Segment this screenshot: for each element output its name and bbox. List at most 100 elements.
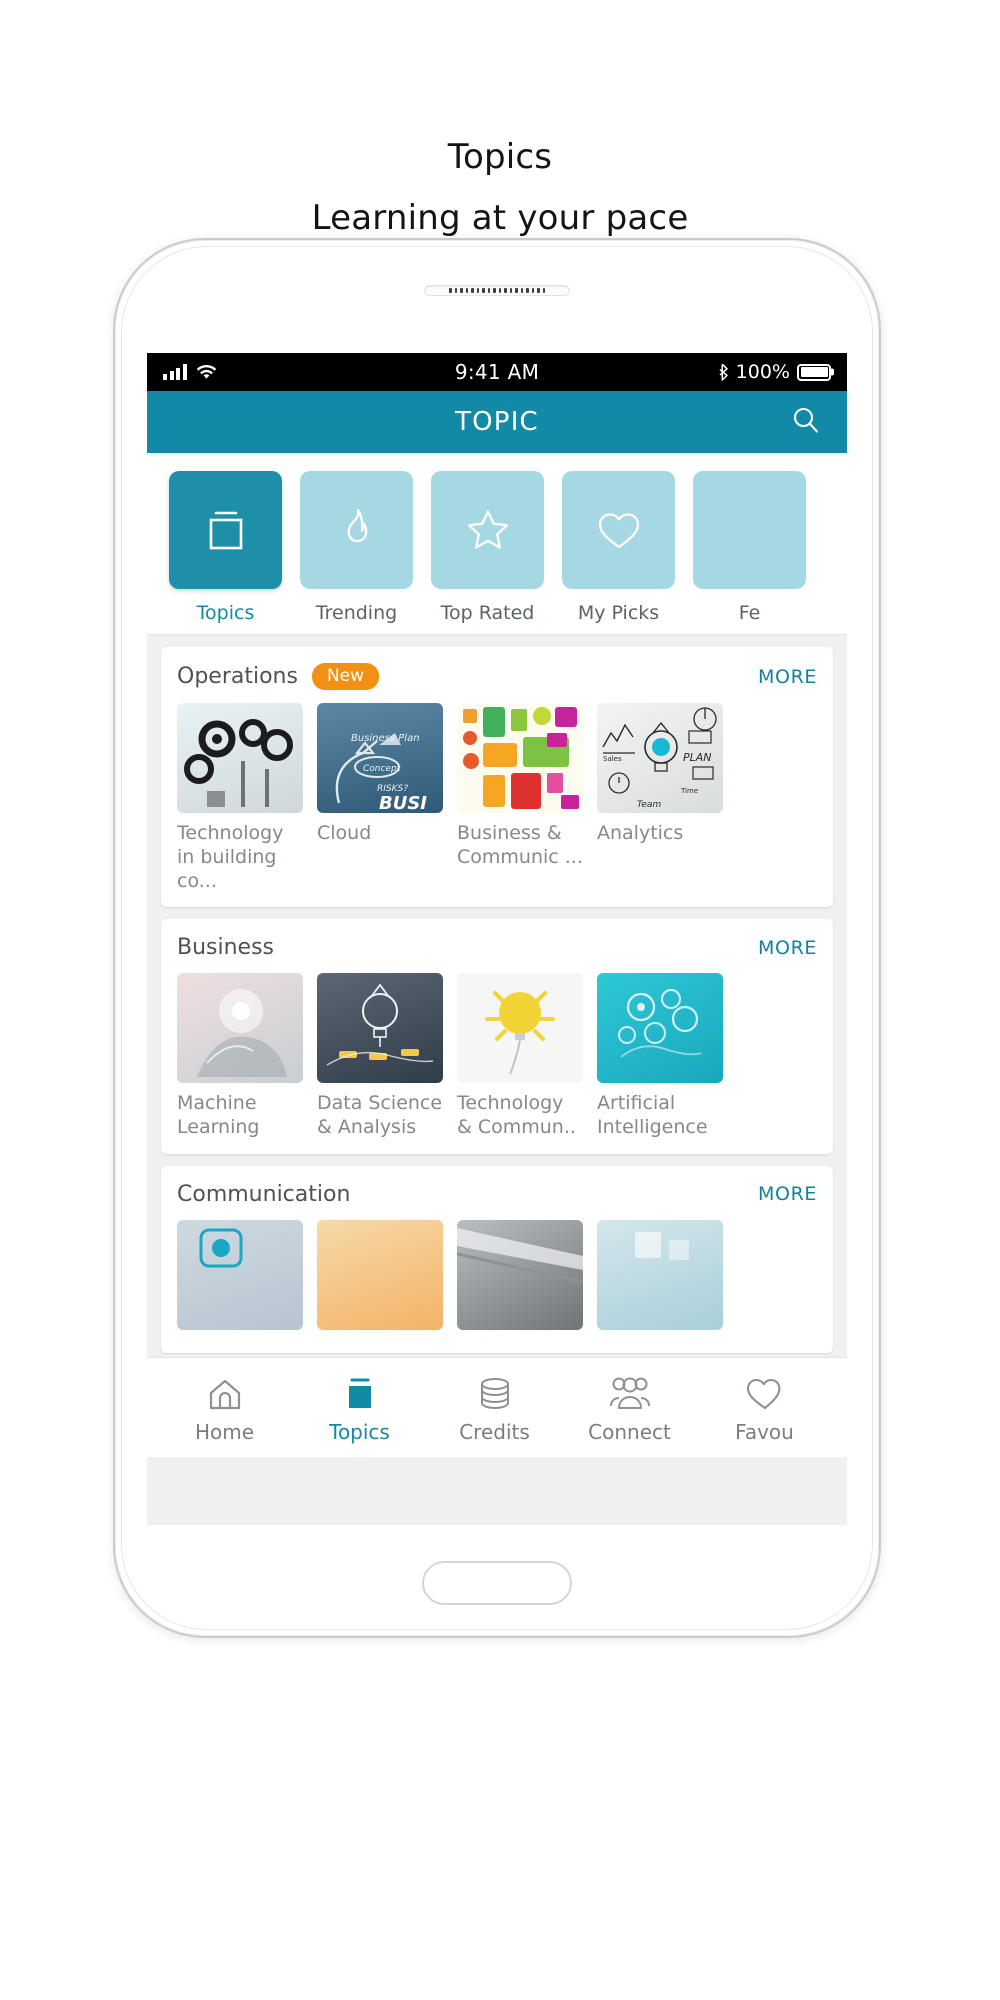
svg-text:Team: Team — [637, 800, 661, 810]
heart-icon — [562, 471, 675, 589]
nav-item-credits[interactable]: Credits — [427, 1372, 562, 1444]
tab-label: Fe — [738, 602, 761, 624]
content-area: Operations New MORE Technology in buildi… — [147, 635, 847, 1353]
coins-icon — [427, 1372, 562, 1416]
item-thumbnail — [597, 1219, 723, 1330]
section-business: Business MORE Machine Learning Data Scie… — [161, 919, 833, 1154]
tab-label: Topics — [196, 602, 255, 624]
item-thumbnail — [177, 703, 303, 813]
item-caption: Data Science & Analysis — [317, 1092, 443, 1138]
list-item[interactable] — [457, 1219, 583, 1339]
list-item[interactable] — [597, 1219, 723, 1339]
people-icon — [562, 1372, 697, 1416]
signal-bars-icon — [163, 364, 187, 380]
bottom-navigation[interactable]: Home Topics Credits Connect Favou — [147, 1357, 847, 1457]
tab-topics[interactable]: Topics — [169, 471, 282, 624]
battery-full-icon — [797, 363, 831, 381]
more-link[interactable]: MORE — [758, 1183, 817, 1205]
list-item[interactable]: Sales PLAN Time Team Analytics — [597, 703, 723, 893]
phone-speaker-grille — [424, 285, 570, 296]
list-item[interactable]: Machine Learning — [177, 973, 303, 1140]
section-title: Operations — [177, 664, 298, 689]
tab-trending[interactable]: Trending — [300, 471, 413, 624]
list-item[interactable]: Artificial Intelligence — [597, 973, 723, 1140]
nav-label: Credits — [459, 1419, 530, 1444]
svg-text:Concept: Concept — [363, 764, 401, 774]
item-row — [177, 1219, 817, 1339]
item-thumbnail — [177, 973, 303, 1084]
section-title: Communication — [177, 1181, 351, 1207]
item-caption: Technology in building co... — [177, 822, 284, 892]
item-thumbnail — [317, 973, 443, 1084]
list-item[interactable] — [317, 1219, 443, 1339]
nav-label: Connect — [588, 1419, 671, 1444]
nav-item-connect[interactable]: Connect — [562, 1372, 697, 1444]
item-caption: Cloud — [317, 822, 372, 844]
app-bar-title: TOPIC — [455, 407, 539, 437]
section-header: Business MORE — [177, 935, 817, 960]
tab-label: Top Rated — [440, 602, 535, 624]
tab-top-rated[interactable]: Top Rated — [431, 471, 544, 624]
category-tabs[interactable]: Topics Trending Top Rated My Picks Fe — [147, 453, 847, 635]
svg-text:Sales: Sales — [603, 755, 622, 763]
list-item[interactable]: Technology & Commun.. — [457, 973, 583, 1140]
list-item[interactable] — [177, 1219, 303, 1339]
box-filled-icon — [292, 1372, 427, 1416]
status-right: 100% — [717, 361, 831, 383]
list-item[interactable]: Business Plan Concept RISKS? BUSI Cloud — [317, 703, 443, 893]
more-link[interactable]: MORE — [758, 666, 817, 688]
battery-percent-label: 100% — [735, 361, 790, 383]
item-thumbnail: Sales PLAN Time Team — [597, 703, 723, 813]
item-thumbnail — [317, 1219, 443, 1330]
item-caption: Technology & Commun.. — [457, 1092, 576, 1138]
nav-item-favourites[interactable]: Favou — [697, 1372, 832, 1444]
item-caption: Business & Communic ... — [457, 822, 583, 868]
item-caption: Analytics — [597, 822, 684, 844]
page-subtitle: Learning at your pace — [311, 198, 689, 238]
item-row: Technology in building co... Business Pl… — [177, 703, 817, 893]
svg-text:BUSI: BUSI — [379, 793, 427, 813]
phone-screen: 9:41 AM 100% TOPIC Topics Trending Top R… — [147, 353, 847, 1525]
nav-item-topics[interactable]: Topics — [292, 1372, 427, 1444]
app-bar: TOPIC — [147, 391, 847, 453]
section-header: Communication MORE — [177, 1182, 817, 1207]
item-caption: Machine Learning — [177, 1092, 260, 1138]
wifi-icon — [196, 365, 216, 379]
item-thumbnail — [457, 1219, 583, 1330]
status-bar: 9:41 AM 100% — [147, 353, 847, 391]
nav-label: Topics — [329, 1419, 390, 1444]
bluetooth-icon — [719, 363, 728, 381]
svg-text:PLAN: PLAN — [683, 751, 712, 764]
list-item[interactable]: Technology in building co... — [177, 703, 303, 893]
home-button[interactable] — [422, 1561, 572, 1605]
tab-label: Trending — [315, 602, 398, 624]
item-thumbnail — [597, 973, 723, 1084]
page-header: Topics Learning at your pace — [0, 0, 1000, 238]
home-icon — [157, 1372, 292, 1416]
item-caption: Artificial Intelligence — [597, 1092, 708, 1138]
section-communication: Communication MORE — [161, 1165, 833, 1353]
star-icon — [431, 471, 544, 589]
svg-text:Time: Time — [680, 787, 698, 795]
item-thumbnail: Business Plan Concept RISKS? BUSI — [317, 703, 443, 813]
list-item[interactable]: Data Science & Analysis — [317, 973, 443, 1140]
list-item[interactable]: Business & Communic ... — [457, 703, 583, 893]
item-thumbnail — [177, 1219, 303, 1330]
search-icon[interactable] — [791, 405, 821, 439]
status-left — [163, 364, 217, 380]
tab-my-picks[interactable]: My Picks — [562, 471, 675, 624]
nav-label: Favou — [735, 1419, 794, 1444]
svg-text:Business Plan: Business Plan — [351, 733, 420, 744]
status-badge: New — [311, 663, 380, 690]
page-title: Topics — [447, 137, 553, 177]
tab-favourites-partial[interactable]: Fe — [693, 471, 806, 624]
more-link[interactable]: MORE — [758, 937, 817, 959]
item-thumbnail — [457, 703, 583, 813]
partial-icon — [693, 471, 806, 589]
item-row: Machine Learning Data Science & Analysis… — [177, 973, 817, 1140]
nav-label: Home — [194, 1419, 255, 1444]
flame-icon — [300, 471, 413, 589]
tab-label: My Picks — [577, 602, 660, 624]
nav-item-home[interactable]: Home — [157, 1372, 292, 1444]
phone-frame: 9:41 AM 100% TOPIC Topics Trending Top R… — [113, 238, 881, 1638]
